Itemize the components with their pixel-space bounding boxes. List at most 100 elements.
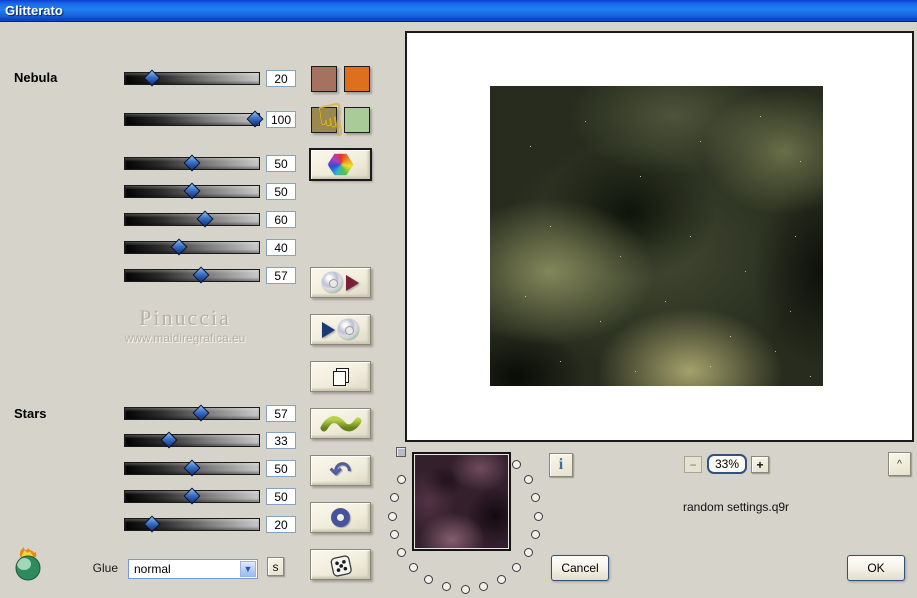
slider-thumb[interactable] xyxy=(196,210,214,228)
watermark: Pinuccia www.maidiregrafica.eu xyxy=(60,305,310,345)
slider-value-input[interactable] xyxy=(266,70,296,87)
ring-dot[interactable] xyxy=(408,563,418,573)
documents-icon xyxy=(333,367,349,386)
color-swatch-b2[interactable] xyxy=(344,107,370,133)
undo-button[interactable]: ↶ xyxy=(310,455,371,486)
slider-track[interactable] xyxy=(124,515,260,533)
blue-play-triangle-icon xyxy=(322,321,335,338)
slider-track[interactable] xyxy=(124,238,260,256)
stars-section-label: Stars xyxy=(14,406,47,421)
ring-dot[interactable] xyxy=(389,492,399,502)
ring-dot[interactable] xyxy=(531,492,540,502)
slider-track[interactable] xyxy=(124,154,260,172)
variation-thumbnail[interactable] xyxy=(412,452,511,551)
slider-thumb[interactable] xyxy=(183,459,201,477)
color-swatch-b1[interactable] xyxy=(311,107,337,133)
zoom-in-button[interactable]: + xyxy=(751,456,769,473)
ring-dot[interactable] xyxy=(533,511,543,521)
zoom-out-button[interactable]: − xyxy=(684,456,702,473)
slider-thumb[interactable] xyxy=(246,110,264,128)
slider-thumb[interactable] xyxy=(143,69,161,87)
color-swatch-a1[interactable] xyxy=(311,66,337,92)
cancel-button[interactable]: Cancel xyxy=(551,555,609,581)
glitterato-dialog: Glitterato Nebula Stars A B Scale Textur… xyxy=(0,0,917,598)
ring-dot[interactable] xyxy=(531,530,540,540)
red-play-triangle-icon xyxy=(346,274,359,291)
slider-track[interactable] xyxy=(124,182,260,200)
reset-button[interactable] xyxy=(310,502,371,533)
info-icon: i xyxy=(558,456,564,473)
watermark-name: Pinuccia xyxy=(139,305,231,330)
slider-value-input[interactable] xyxy=(266,488,296,505)
ring-dot[interactable] xyxy=(512,563,522,573)
green-wave-icon xyxy=(320,415,361,431)
slider-value-input[interactable] xyxy=(266,155,296,172)
ring-dot[interactable] xyxy=(397,548,407,557)
ring-dot[interactable] xyxy=(389,530,399,540)
glue-dropdown[interactable]: normal ▼ xyxy=(128,559,258,579)
ok-button[interactable]: OK xyxy=(847,555,905,581)
ring-dot[interactable] xyxy=(397,475,407,484)
ring-dot[interactable] xyxy=(523,475,533,484)
ring-dot[interactable] xyxy=(387,511,397,521)
cd-disc-icon xyxy=(322,272,343,293)
randomize-button[interactable] xyxy=(310,549,371,580)
ring-dot[interactable] xyxy=(460,584,470,594)
slider-track[interactable] xyxy=(124,69,260,87)
slider-thumb[interactable] xyxy=(183,182,201,200)
slider-track[interactable] xyxy=(124,210,260,228)
slider-value-input[interactable] xyxy=(266,267,296,284)
slider-track[interactable] xyxy=(124,404,260,422)
slider-track[interactable] xyxy=(124,431,260,449)
slider-value-input[interactable] xyxy=(266,239,296,256)
copy-settings-button[interactable] xyxy=(310,361,371,392)
slider-thumb[interactable] xyxy=(183,487,201,505)
ring-dot[interactable] xyxy=(479,582,489,591)
ring-dot[interactable] xyxy=(512,459,522,469)
wave-variation-button[interactable] xyxy=(310,408,371,439)
slider-track[interactable] xyxy=(124,459,260,477)
info-button[interactable]: i xyxy=(549,453,573,477)
cd-disc-icon xyxy=(338,319,359,340)
slider-thumb[interactable] xyxy=(192,404,210,422)
nebula-preview-image xyxy=(490,86,823,386)
undo-arrow-icon: ↶ xyxy=(329,455,352,486)
load-settings-button[interactable] xyxy=(310,314,371,345)
ring-dot[interactable] xyxy=(441,582,451,591)
slider-track[interactable] xyxy=(124,487,260,505)
nebula-section-label: Nebula xyxy=(14,70,58,85)
resize-handle[interactable] xyxy=(396,447,406,457)
save-settings-button[interactable] xyxy=(310,267,371,298)
stars-speckles xyxy=(490,86,491,87)
slider-thumb[interactable] xyxy=(170,238,188,256)
dice-icon xyxy=(330,554,352,577)
color-wheel-button[interactable] xyxy=(309,148,372,181)
s-button[interactable]: s xyxy=(267,557,284,576)
glue-selected-value: normal xyxy=(134,562,171,576)
color-swatch-a2[interactable] xyxy=(344,66,370,92)
slider-value-input[interactable] xyxy=(266,405,296,422)
slider-value-input[interactable] xyxy=(266,460,296,477)
slider-value-input[interactable] xyxy=(266,111,296,128)
chevron-down-icon[interactable]: ▼ xyxy=(240,561,256,577)
slider-value-input[interactable] xyxy=(266,432,296,449)
slider-track[interactable] xyxy=(124,110,264,128)
slider-value-input[interactable] xyxy=(266,516,296,533)
slider-thumb[interactable] xyxy=(183,154,201,172)
ring-dot[interactable] xyxy=(497,574,506,584)
collapse-button[interactable]: ^ xyxy=(888,452,911,476)
ring-dot[interactable] xyxy=(523,548,533,557)
window-title: Glitterato xyxy=(5,3,63,18)
blue-ring-icon xyxy=(331,508,350,527)
rainbow-hexagon-icon xyxy=(327,153,354,176)
title-bar[interactable]: Glitterato xyxy=(0,0,917,22)
slider-value-input[interactable] xyxy=(266,183,296,200)
settings-filename: random settings.q9r xyxy=(683,500,790,514)
slider-value-input[interactable] xyxy=(266,211,296,228)
ring-dot[interactable] xyxy=(424,574,433,584)
slider-thumb[interactable] xyxy=(192,266,210,284)
slider-thumb[interactable] xyxy=(143,515,161,533)
flaming-pear-logo-icon xyxy=(15,547,41,581)
slider-thumb[interactable] xyxy=(160,431,178,449)
slider-track[interactable] xyxy=(124,266,260,284)
